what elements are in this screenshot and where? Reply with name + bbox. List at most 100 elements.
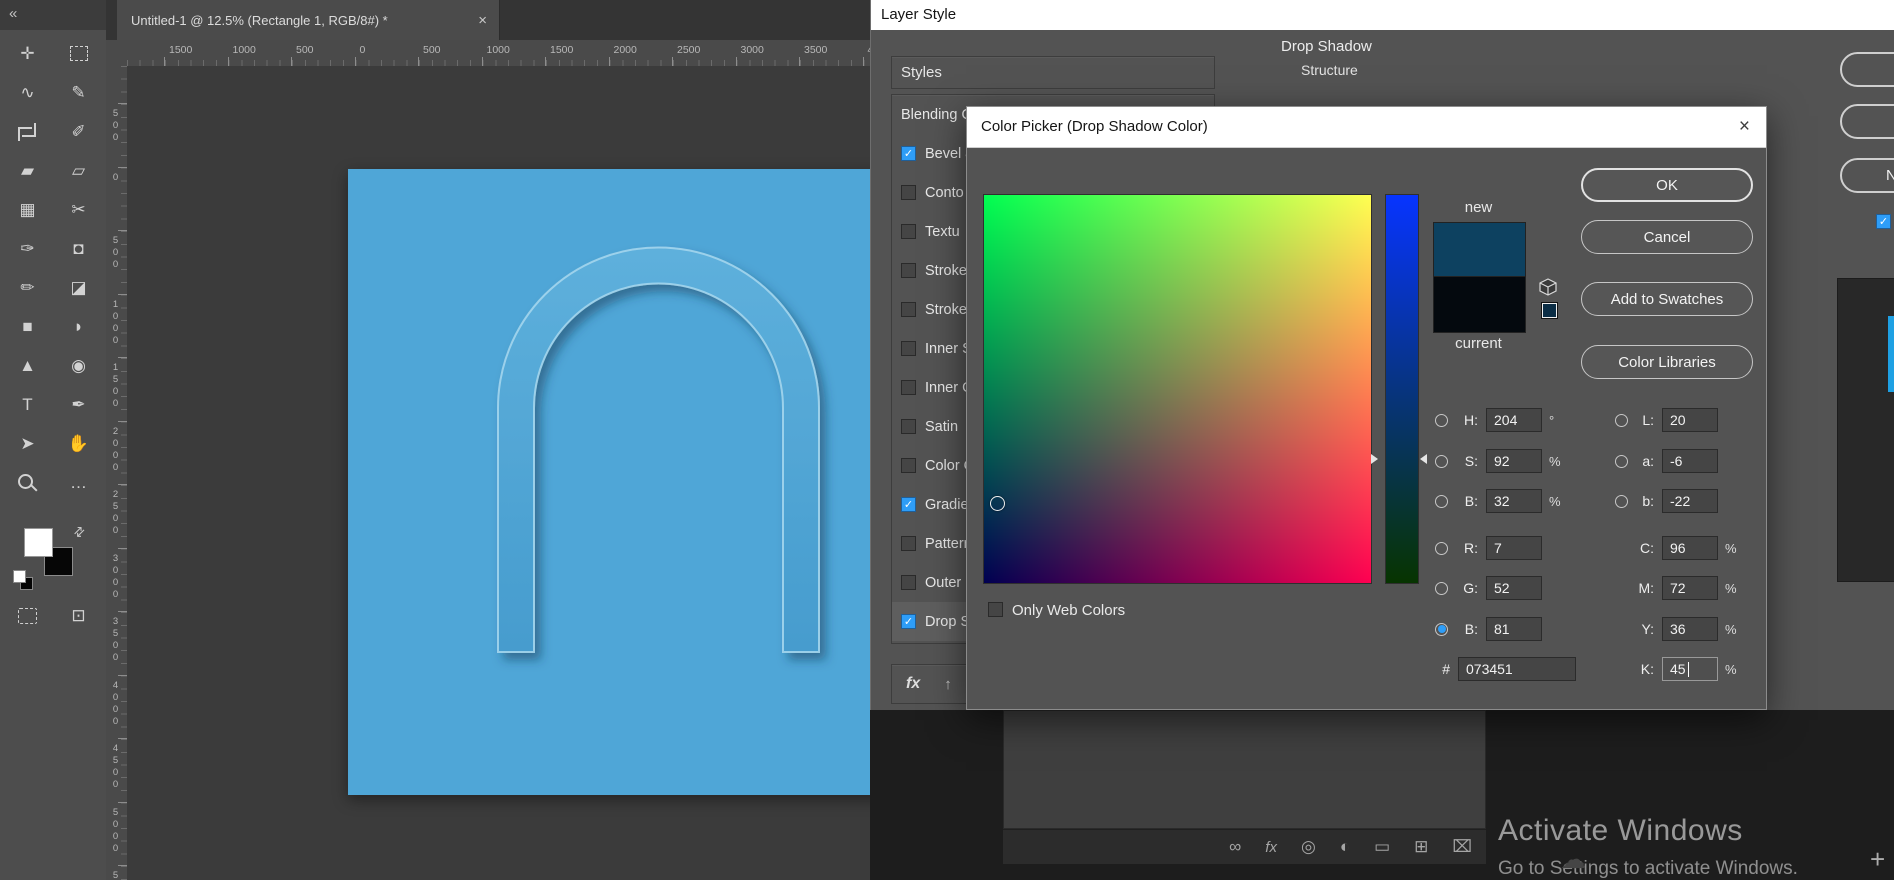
layer-group-icon[interactable]: ▭ bbox=[1374, 837, 1390, 857]
field-radio[interactable] bbox=[1435, 413, 1448, 427]
web-safe-color-swatch[interactable] bbox=[1541, 302, 1558, 319]
triangle-shape-tool-icon[interactable]: ▲ bbox=[2, 346, 53, 385]
more-tools-icon[interactable]: … bbox=[53, 463, 104, 502]
quick-mask-icon[interactable] bbox=[2, 596, 53, 635]
mesh-tool-icon[interactable]: ▦ bbox=[2, 190, 53, 229]
color-libraries-button[interactable]: Color Libraries bbox=[1581, 345, 1753, 379]
path-select-tool-icon[interactable]: ➤ bbox=[2, 424, 53, 463]
layer-effects-icon[interactable]: fx bbox=[1265, 839, 1277, 856]
move-effect-up-icon[interactable]: ↑ bbox=[944, 676, 952, 693]
value-input[interactable]: 36 bbox=[1662, 617, 1718, 641]
tab-close-icon[interactable]: × bbox=[466, 12, 499, 29]
slider-marker-left-icon[interactable] bbox=[1371, 454, 1378, 464]
ls-new-style-button[interactable]: N bbox=[1840, 158, 1894, 193]
adjustment-layer-icon[interactable]: ◐ bbox=[1340, 837, 1350, 857]
value-input[interactable]: 7 bbox=[1486, 536, 1542, 560]
eraser-tool-icon[interactable]: ◪ bbox=[53, 268, 104, 307]
new-layer-icon[interactable]: ⊞ bbox=[1414, 837, 1428, 857]
style-checkbox[interactable]: ✓ bbox=[901, 497, 916, 512]
document-tab[interactable]: Untitled-1 @ 12.5% (Rectangle 1, RGB/8#)… bbox=[117, 0, 500, 40]
color-slider[interactable] bbox=[1385, 194, 1419, 584]
type-tool-icon[interactable]: T bbox=[2, 385, 53, 424]
value-input[interactable]: 20 bbox=[1662, 408, 1718, 432]
eyedropper-tool-icon[interactable]: ✐ bbox=[53, 112, 104, 151]
style-checkbox[interactable] bbox=[901, 536, 916, 551]
dodge-tool-icon[interactable]: ◉ bbox=[53, 346, 104, 385]
ls-cancel-button[interactable] bbox=[1840, 104, 1894, 139]
value-input[interactable]: -6 bbox=[1662, 449, 1718, 473]
smudge-tool-icon[interactable]: ◗ bbox=[53, 307, 104, 346]
style-checkbox[interactable] bbox=[901, 341, 916, 356]
style-checkbox[interactable] bbox=[901, 263, 916, 278]
healing-brush-tool-icon[interactable]: ▱ bbox=[53, 151, 104, 190]
preview-checkbox[interactable]: ✓ bbox=[1876, 214, 1891, 229]
link-layers-icon[interactable]: ∞ bbox=[1229, 837, 1241, 857]
move-tool-icon[interactable]: ✛ bbox=[2, 34, 53, 73]
close-icon[interactable]: × bbox=[1739, 107, 1750, 147]
add-to-swatches-button[interactable]: Add to Swatches bbox=[1581, 282, 1753, 316]
style-checkbox[interactable] bbox=[901, 185, 916, 200]
field-radio[interactable] bbox=[1435, 581, 1448, 595]
field-radio[interactable] bbox=[1615, 494, 1628, 508]
crop-tool-icon[interactable] bbox=[2, 112, 53, 151]
screen-mode-icon[interactable]: ⊡ bbox=[53, 596, 104, 635]
style-checkbox[interactable]: ✓ bbox=[901, 614, 916, 629]
slider-marker-right-icon[interactable] bbox=[1420, 454, 1427, 464]
spot-healing-tool-icon[interactable]: ▰ bbox=[2, 151, 53, 190]
field-radio[interactable] bbox=[1435, 541, 1448, 555]
style-checkbox[interactable] bbox=[901, 302, 916, 317]
brush-tool-icon[interactable]: ✑ bbox=[2, 229, 53, 268]
field-radio[interactable] bbox=[1615, 454, 1628, 468]
hex-input[interactable]: 073451 bbox=[1458, 657, 1576, 681]
default-colors-icon[interactable] bbox=[13, 570, 26, 583]
pencil-tool-icon[interactable]: ✏ bbox=[2, 268, 53, 307]
collapse-panel-icon[interactable]: « bbox=[9, 5, 17, 22]
delete-layer-icon[interactable]: ⌧ bbox=[1452, 837, 1472, 857]
pen-tool-icon[interactable]: ✒ bbox=[53, 385, 104, 424]
foreground-color-swatch[interactable] bbox=[24, 528, 53, 557]
swap-colors-icon[interactable]: ⇄ bbox=[70, 522, 89, 541]
color-picker-titlebar[interactable]: Color Picker (Drop Shadow Color) × bbox=[967, 107, 1766, 148]
field-radio[interactable] bbox=[1435, 454, 1448, 468]
vertical-ruler[interactable]: 500 0 500 1000 1500 2000 2500 3000 3500 4000 4500 5… bbox=[106, 66, 128, 880]
current-color-swatch[interactable] bbox=[1433, 276, 1526, 333]
scissors-tool-icon[interactable]: ✂ bbox=[53, 190, 104, 229]
only-web-colors-checkbox[interactable] bbox=[988, 602, 1003, 617]
value-input[interactable]: 72 bbox=[1662, 576, 1718, 600]
value-input[interactable]: 45 bbox=[1662, 657, 1718, 681]
value-input[interactable]: 52 bbox=[1486, 576, 1542, 600]
color-field[interactable] bbox=[983, 194, 1372, 584]
hand-tool-icon[interactable]: ✋ bbox=[53, 424, 104, 463]
layer-mask-icon[interactable]: ◎ bbox=[1301, 837, 1316, 857]
value-input[interactable]: 92 bbox=[1486, 449, 1542, 473]
style-checkbox[interactable] bbox=[901, 458, 916, 473]
value-input[interactable]: 32 bbox=[1486, 489, 1542, 513]
value-input[interactable]: 204 bbox=[1486, 408, 1542, 432]
style-checkbox[interactable] bbox=[901, 575, 916, 590]
field-radio[interactable] bbox=[1435, 622, 1448, 636]
clone-stamp-tool-icon[interactable]: ◘ bbox=[53, 229, 104, 268]
add-panel-icon[interactable]: + bbox=[1870, 844, 1885, 875]
add-effect-icon[interactable]: fx bbox=[906, 675, 920, 693]
field-radio[interactable] bbox=[1615, 413, 1628, 427]
ok-button[interactable]: OK bbox=[1581, 168, 1753, 202]
style-checkbox[interactable] bbox=[901, 419, 916, 434]
value-input[interactable]: 96 bbox=[1662, 536, 1718, 560]
value-input[interactable]: -22 bbox=[1662, 489, 1718, 513]
cancel-button[interactable]: Cancel bbox=[1581, 220, 1753, 254]
style-checkbox[interactable] bbox=[901, 224, 916, 239]
lasso-tool-icon[interactable]: ∿ bbox=[2, 73, 53, 112]
rectangular-marquee-tool-icon[interactable] bbox=[53, 34, 104, 73]
horizontal-ruler[interactable]: 1500100050005001000150020002500300035004… bbox=[127, 40, 870, 67]
color-field-marker[interactable] bbox=[990, 496, 1005, 511]
layer-style-titlebar[interactable]: Layer Style bbox=[871, 0, 1894, 30]
ls-ok-button[interactable] bbox=[1840, 52, 1894, 87]
web-safe-warning-icon[interactable] bbox=[1538, 277, 1558, 297]
quick-select-tool-icon[interactable]: ✎ bbox=[53, 73, 104, 112]
rectangle-shape-tool-icon[interactable]: ■ bbox=[2, 307, 53, 346]
field-radio[interactable] bbox=[1435, 494, 1448, 508]
zoom-tool-icon[interactable] bbox=[2, 463, 53, 502]
style-checkbox[interactable] bbox=[901, 380, 916, 395]
style-checkbox[interactable]: ✓ bbox=[901, 146, 916, 161]
value-input[interactable]: 81 bbox=[1486, 617, 1542, 641]
